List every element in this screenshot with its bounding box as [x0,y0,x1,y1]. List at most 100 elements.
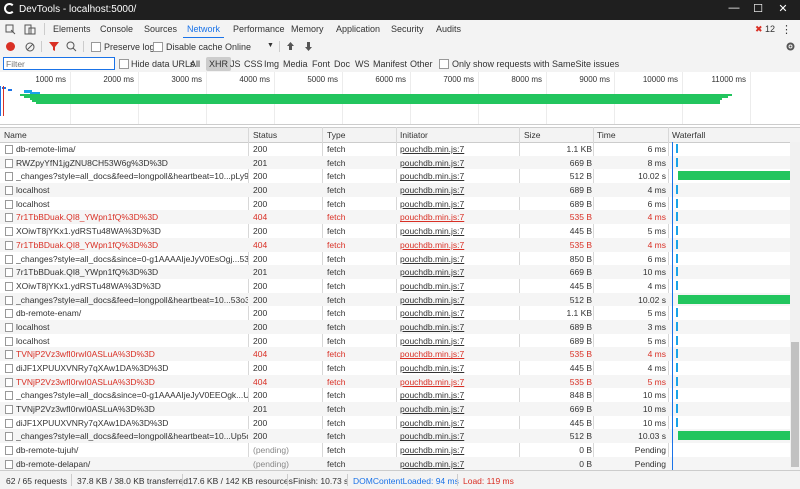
disable-cache-checkbox[interactable] [153,42,163,52]
error-count[interactable]: 12 [765,24,775,34]
request-name[interactable]: localhost [16,336,248,346]
filter-js[interactable]: JS [230,59,241,69]
request-name[interactable]: _changes?style=all_docs&feed=longpoll&he… [16,171,248,181]
request-initiator-link[interactable]: pouchdb.min.js:7 [400,418,518,428]
request-initiator-link[interactable]: pouchdb.min.js:7 [400,226,518,236]
request-name[interactable]: diJF1XPUUXVNRy7qXAw1DA%3D%3D [16,363,248,373]
request-name[interactable]: XOiwT8jYKx1.ydRSTu48WA%3D%3D [16,281,248,291]
request-name[interactable]: RWZpyYfN1jgZNU8CH53W6g%3D%3D [16,158,248,168]
record-button[interactable] [6,42,15,51]
request-name[interactable]: localhost [16,322,248,332]
filter-img[interactable]: Img [264,59,279,69]
request-name[interactable]: 7r1TbBDuak.QI8_YWpn1fQ%3D%3D [16,267,248,277]
request-name[interactable]: _changes?style=all_docs&since=0-g1AAAAIj… [16,254,248,264]
settings-gear-icon[interactable] [785,41,796,52]
filter-xhr[interactable]: XHR [206,57,232,71]
request-initiator-link[interactable]: pouchdb.min.js:7 [400,336,518,346]
filter-all[interactable]: All [190,59,200,69]
request-initiator-link[interactable]: pouchdb.min.js:7 [400,404,518,414]
hide-data-urls-checkbox[interactable] [119,59,129,69]
request-initiator-link[interactable]: pouchdb.min.js:7 [400,377,518,387]
request-initiator-link[interactable]: pouchdb.min.js:7 [400,445,518,455]
request-initiator-link[interactable]: pouchdb.min.js:7 [400,281,518,291]
import-har-icon[interactable] [286,41,295,52]
request-name[interactable]: localhost [16,185,248,195]
filter-manifest[interactable]: Manifest [373,59,407,69]
scrollbar-thumb[interactable] [791,342,799,467]
request-initiator-link[interactable]: pouchdb.min.js:7 [400,199,518,209]
chevron-down-icon[interactable]: ▼ [267,42,274,49]
minimize-button[interactable]: — [724,2,744,14]
inspect-element-icon[interactable] [5,24,16,35]
filter-ws[interactable]: WS [355,59,370,69]
column-name[interactable]: Name [4,130,27,140]
request-initiator-link[interactable]: pouchdb.min.js:7 [400,254,518,264]
column-initiator[interactable]: Initiator [400,130,428,140]
request-initiator-link[interactable]: pouchdb.min.js:7 [400,390,518,400]
device-toolbar-icon[interactable] [24,23,36,35]
tab-application[interactable]: Application [336,24,380,34]
request-name[interactable]: TVNjP2Vz3wfI0rwI0ASLuA%3D%3D [16,404,248,414]
request-initiator-link[interactable]: pouchdb.min.js:7 [400,363,518,373]
scrollbar[interactable] [790,142,800,470]
tab-elements[interactable]: Elements [53,24,91,34]
filter-input[interactable] [3,57,115,70]
request-initiator-link[interactable]: pouchdb.min.js:7 [400,267,518,277]
timeline-overview[interactable]: 1000 ms 2000 ms 3000 ms 4000 ms 5000 ms … [0,72,800,125]
tab-security[interactable]: Security [391,24,424,34]
request-name[interactable]: 7r1TbBDuak.QI8_YWpn1fQ%3D%3D [16,212,248,222]
request-initiator-link[interactable]: pouchdb.min.js:7 [400,295,518,305]
column-size[interactable]: Size [524,130,541,140]
samesite-checkbox[interactable] [439,59,449,69]
request-name[interactable]: localhost [16,199,248,209]
request-initiator-link[interactable]: pouchdb.min.js:7 [400,308,518,318]
more-menu-icon[interactable]: ⋮ [781,23,792,36]
tab-memory[interactable]: Memory [291,24,324,34]
filter-font[interactable]: Font [312,59,330,69]
filter-media[interactable]: Media [283,59,308,69]
request-initiator-link[interactable]: pouchdb.min.js:7 [400,171,518,181]
column-waterfall[interactable]: Waterfall [672,130,705,140]
request-name[interactable]: _changes?style=all_docs&feed=longpoll&he… [16,295,248,305]
request-initiator-link[interactable]: pouchdb.min.js:7 [400,322,518,332]
request-name[interactable]: _changes?style=all_docs&since=0-g1AAAAIj… [16,390,248,400]
request-name[interactable]: db-remote-lima/ [16,144,248,154]
request-initiator-link[interactable]: pouchdb.min.js:7 [400,431,518,441]
clear-icon[interactable] [25,42,35,52]
column-type[interactable]: Type [327,130,345,140]
request-name[interactable]: db-remote-enam/ [16,308,248,318]
request-name[interactable]: XOiwT8jYKx1.ydRSTu48WA%3D%3D [16,226,248,236]
close-button[interactable]: ✕ [773,2,793,15]
request-name[interactable]: TVNjP2Vz3wfI0rwI0ASLuA%3D%3D [16,377,248,387]
request-name[interactable]: db-remote-delapan/ [16,459,248,469]
request-name[interactable]: TVNjP2Vz3wfI0rwI0ASLuA%3D%3D [16,349,248,359]
request-initiator-link[interactable]: pouchdb.min.js:7 [400,349,518,359]
tab-network[interactable]: Network [182,24,225,39]
request-name[interactable]: diJF1XPUUXVNRy7qXAw1DA%3D%3D [16,418,248,428]
request-initiator-link[interactable]: pouchdb.min.js:7 [400,185,518,195]
error-icon[interactable]: ✖ [755,24,763,35]
request-name[interactable]: _changes?style=all_docs&feed=longpoll&he… [16,431,248,441]
filter-icon[interactable] [49,41,59,52]
column-time[interactable]: Time [597,130,616,140]
column-status[interactable]: Status [253,130,277,140]
tab-performance[interactable]: Performance [233,24,285,34]
tab-console[interactable]: Console [100,24,133,34]
preserve-log-checkbox[interactable] [91,42,101,52]
throttling-select[interactable]: Online [225,42,251,52]
tab-sources[interactable]: Sources [144,24,177,34]
export-har-icon[interactable] [304,41,313,52]
search-icon[interactable] [66,41,77,52]
tab-audits[interactable]: Audits [436,24,461,34]
request-name[interactable]: db-remote-tujuh/ [16,445,248,455]
request-initiator-link[interactable]: pouchdb.min.js:7 [400,158,518,168]
filter-css[interactable]: CSS [244,59,263,69]
filter-other[interactable]: Other [410,59,433,69]
maximize-button[interactable]: ☐ [748,2,768,15]
filter-doc[interactable]: Doc [334,59,350,69]
request-initiator-link[interactable]: pouchdb.min.js:7 [400,144,518,154]
request-initiator-link[interactable]: pouchdb.min.js:7 [400,459,518,469]
request-initiator-link[interactable]: pouchdb.min.js:7 [400,212,518,222]
request-initiator-link[interactable]: pouchdb.min.js:7 [400,240,518,250]
request-name[interactable]: 7r1TbBDuak.QI8_YWpn1fQ%3D%3D [16,240,248,250]
